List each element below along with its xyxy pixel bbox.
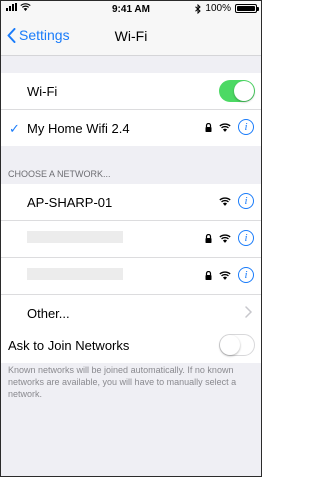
wifi-toggle-label: Wi-Fi (27, 84, 58, 99)
ask-to-join-section: Ask to Join Networks (1, 327, 261, 363)
network-icons: i (219, 193, 254, 209)
networks-section: AP-SHARP-01 i i i Other... (1, 184, 261, 331)
chevron-right-icon (245, 306, 252, 318)
status-bar: 9:41 AM 100% (1, 1, 261, 17)
connected-network-name: My Home Wifi 2.4 (27, 121, 130, 136)
info-icon[interactable]: i (238, 119, 254, 135)
network-status-icons: i (205, 119, 254, 135)
battery-icon (235, 4, 259, 13)
info-icon[interactable]: i (238, 230, 254, 246)
status-right: 100% (195, 3, 259, 14)
battery-fill (237, 6, 255, 11)
other-network-label: Other... (27, 306, 70, 321)
wifi-toggle-row: Wi-Fi (1, 73, 261, 110)
lock-icon (205, 233, 212, 243)
network-row[interactable]: AP-SHARP-01 i (1, 184, 261, 221)
ask-to-join-footnote: Known networks will be joined automatica… (8, 365, 237, 399)
network-icons: i (205, 230, 254, 246)
network-row[interactable]: i (1, 221, 261, 258)
ask-to-join-label: Ask to Join Networks (8, 338, 130, 353)
toggle-knob (220, 335, 240, 355)
lock-icon (205, 122, 212, 132)
wifi-icon (219, 196, 231, 206)
redacted-network-name (27, 268, 123, 280)
info-icon[interactable]: i (238, 267, 254, 283)
network-name: AP-SHARP-01 (27, 195, 113, 210)
ask-to-join-row: Ask to Join Networks (1, 327, 261, 363)
page-title: Wi-Fi (114, 28, 148, 44)
networks-section-header: CHOOSE A NETWORK... (8, 169, 111, 179)
connected-network-row[interactable]: ✓ My Home Wifi 2.4 i (1, 110, 261, 146)
navigation-bar: Settings Wi-Fi (1, 17, 261, 56)
wifi-icon (219, 122, 231, 132)
wifi-section: Wi-Fi ✓ My Home Wifi 2.4 i (1, 73, 261, 146)
battery-percent: 100% (205, 3, 231, 14)
network-icons: i (205, 267, 254, 283)
network-row[interactable]: i (1, 258, 261, 295)
ask-to-join-toggle[interactable] (219, 334, 255, 356)
toggle-knob (234, 81, 254, 101)
wifi-icon (219, 233, 231, 243)
checkmark-icon: ✓ (9, 121, 20, 136)
bluetooth-icon (195, 3, 202, 14)
phone-screen: 9:41 AM 100% Settings Wi-Fi Wi-Fi ✓ My H… (0, 0, 262, 477)
wifi-toggle[interactable] (219, 80, 255, 102)
redacted-network-name (27, 231, 123, 243)
other-network-row[interactable]: Other... (1, 295, 261, 331)
wifi-icon (219, 270, 231, 280)
info-icon[interactable]: i (238, 193, 254, 209)
lock-icon (205, 270, 212, 280)
